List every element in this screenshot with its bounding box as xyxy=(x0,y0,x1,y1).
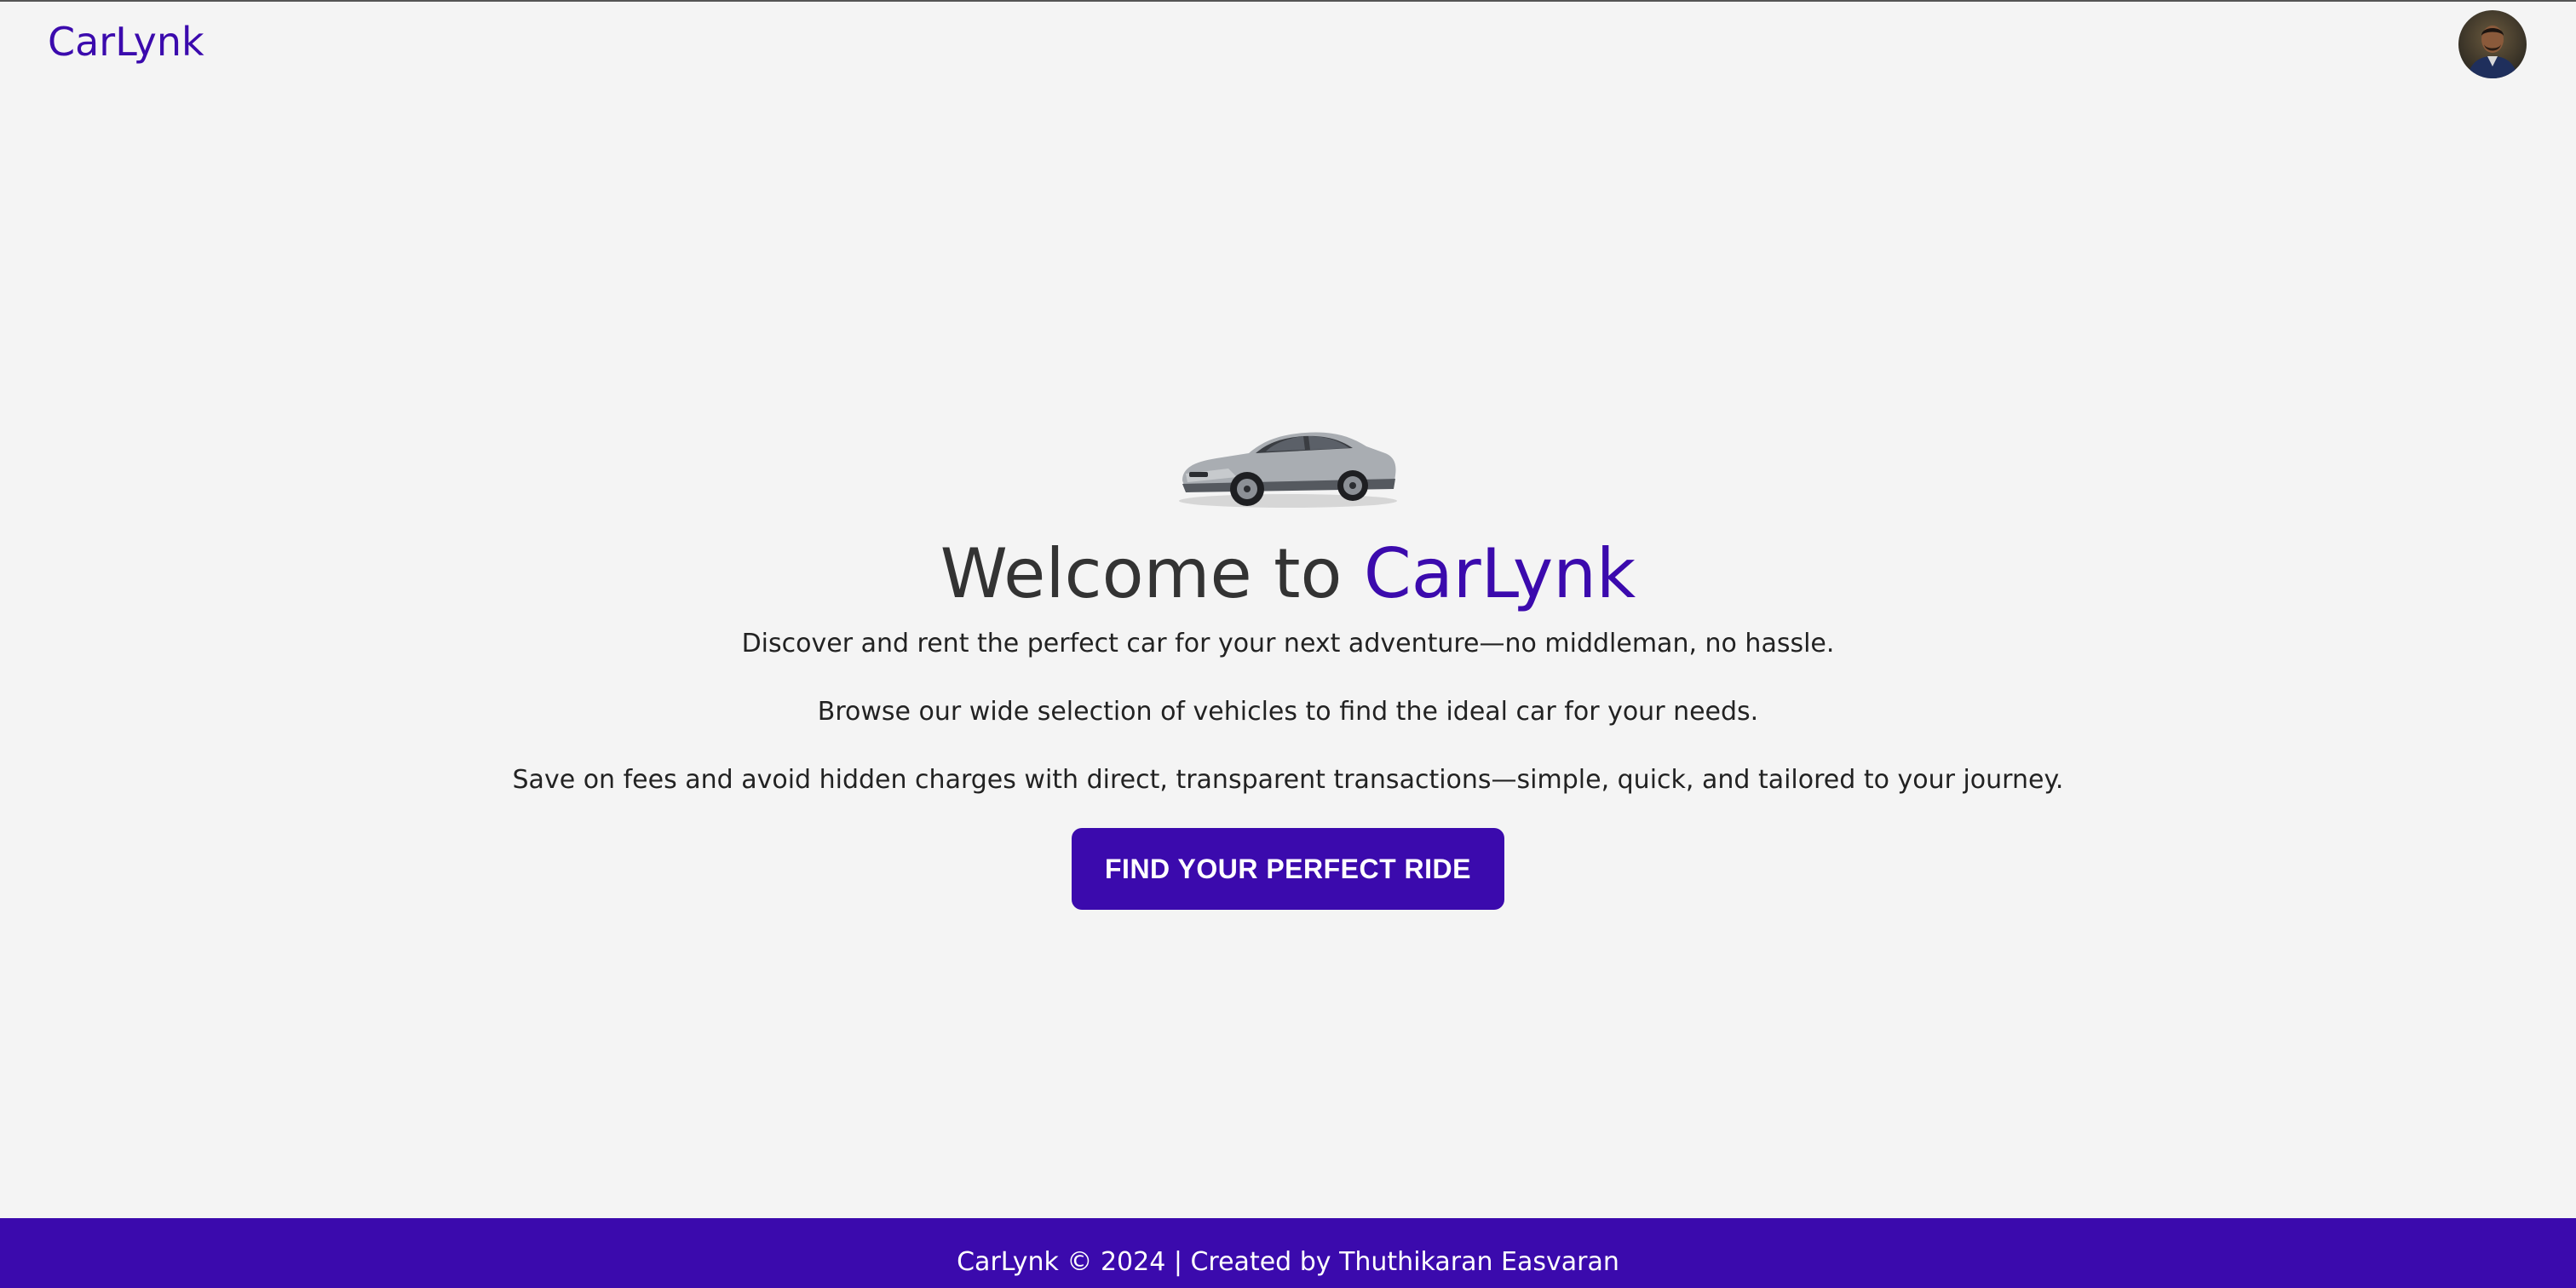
tagline-discover: Discover and rent the perfect car for yo… xyxy=(741,629,1835,658)
find-ride-button[interactable]: FIND YOUR PERFECT RIDE xyxy=(1072,828,1504,910)
footer: CarLynk © 2024 | Created by Thuthikaran … xyxy=(0,1218,2576,1288)
footer-copyright: CarLynk © 2024 | Created by Thuthikaran … xyxy=(957,1247,1619,1277)
tagline-save: Save on fees and avoid hidden charges wi… xyxy=(512,765,2064,795)
avatar-icon xyxy=(2458,10,2527,78)
user-avatar[interactable] xyxy=(2458,10,2527,78)
hero-section: Welcome to CarLynk Discover and rent the… xyxy=(0,411,2576,910)
navbar: CarLynk xyxy=(0,2,2576,87)
tagline-browse: Browse our wide selection of vehicles to… xyxy=(817,697,1759,727)
page: CarLynk Welcome to CarLynk Discover and … xyxy=(0,0,2576,1288)
car-image xyxy=(1179,432,1397,508)
brand-logo-link[interactable]: CarLynk xyxy=(48,19,204,65)
headline-prefix: Welcome to xyxy=(940,534,1364,613)
headline-brand: CarLynk xyxy=(1363,534,1636,613)
welcome-headline: Welcome to CarLynk xyxy=(0,533,2576,615)
